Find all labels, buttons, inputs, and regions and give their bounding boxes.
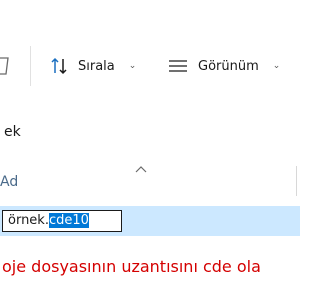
address-text: ek [4, 124, 21, 140]
address-bar[interactable]: ek [0, 112, 300, 152]
command-bar: Sırala ⌄ Görünüm ⌄ [0, 0, 300, 112]
view-label: Görünüm [198, 58, 259, 74]
chevron-down-icon: ⌄ [128, 61, 137, 71]
sort-caret-up-icon [135, 166, 147, 173]
toolbar-separator [30, 46, 31, 86]
rename-base-text: örnek. [8, 213, 49, 228]
view-button[interactable]: Görünüm ⌄ [168, 53, 280, 79]
rename-selected-extension: cde10 [48, 213, 89, 228]
sort-label: Sırala [78, 58, 115, 74]
column-header-row: Ad [0, 152, 300, 202]
tutorial-caption: oje dosyasının uzantısını cde ola [2, 257, 261, 276]
column-header-name[interactable]: Ad [0, 174, 18, 190]
column-divider[interactable] [296, 166, 297, 196]
rename-input[interactable]: örnek.cde10 [2, 210, 122, 232]
sort-button[interactable]: Sırala ⌄ [50, 53, 136, 79]
paste-icon[interactable] [0, 55, 12, 77]
chevron-down-icon: ⌄ [272, 61, 281, 71]
view-list-icon [169, 60, 187, 72]
sort-icon [51, 57, 67, 75]
